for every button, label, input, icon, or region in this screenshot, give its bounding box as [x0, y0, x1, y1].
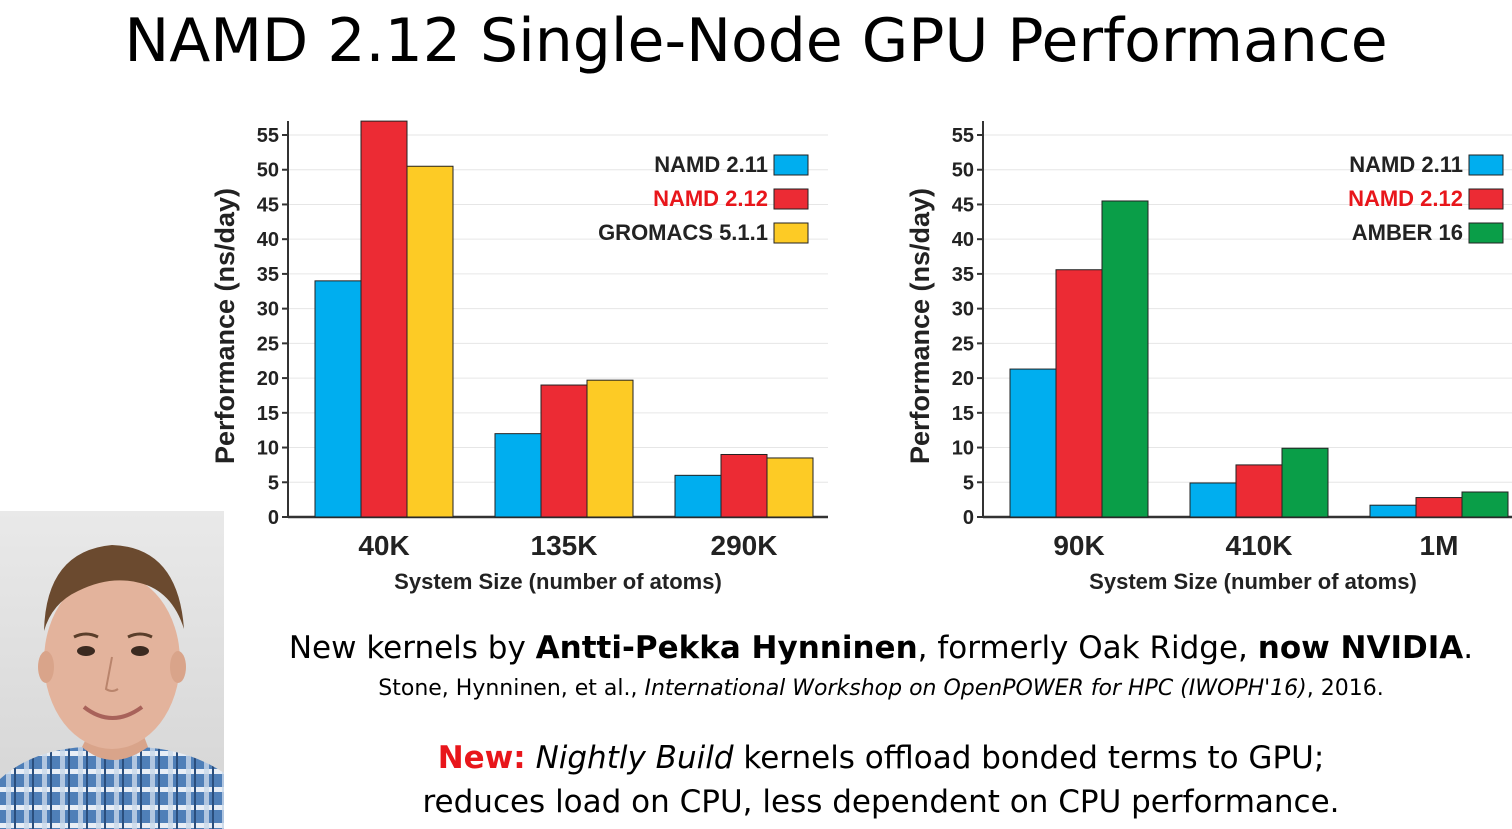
bar — [1281, 447, 1329, 518]
y-tick-label: 0 — [963, 507, 974, 529]
x-category-label: 135K — [531, 530, 598, 561]
y-tick-label: 25 — [257, 333, 279, 355]
y-axis-title: Performance (ns/day) — [905, 188, 935, 464]
legend-label: NAMD 2.11 — [654, 152, 768, 177]
legend-swatch — [773, 154, 809, 176]
legend-label: GROMACS 5.1.1 — [598, 220, 768, 245]
y-axis-title: Performance (ns/day) — [210, 188, 240, 464]
bar — [1189, 482, 1237, 518]
y-tick-label: 20 — [952, 368, 974, 390]
y-tick-label: 55 — [952, 125, 974, 147]
bar — [1369, 504, 1417, 518]
legend-swatch — [1468, 154, 1504, 176]
y-tick-label: 50 — [952, 160, 974, 182]
y-tick-label: 40 — [952, 229, 974, 251]
legend-label: AMBER 16 — [1352, 220, 1463, 245]
y-tick-label: 5 — [963, 472, 974, 494]
y-tick-label: 25 — [952, 333, 974, 355]
news-line-2: reduces load on CPU, less dependent on C… — [422, 784, 1340, 820]
legend-swatch — [773, 222, 809, 244]
y-tick-label: 0 — [268, 507, 279, 529]
legend-label: NAMD 2.12 — [653, 186, 768, 211]
bar — [1101, 200, 1149, 518]
legend-label: NAMD 2.11 — [1349, 152, 1463, 177]
bar — [1235, 464, 1283, 518]
chart-svg-left: 0 5 10 15 20 25 30 35 40 45 50 55 40K 135K 290K System … — [210, 120, 828, 594]
credit-end: . — [1463, 630, 1474, 666]
bar — [674, 474, 722, 518]
y-tick-label: 10 — [257, 438, 279, 460]
y-tick-label: 30 — [257, 299, 279, 321]
bar — [360, 120, 408, 518]
y-tick-label: 45 — [952, 194, 974, 216]
y-tick-label: 5 — [268, 472, 279, 494]
bar — [494, 433, 542, 518]
x-category-label: 40K — [358, 530, 409, 561]
bar — [1055, 269, 1103, 518]
chart-gromacs-comparison: 0 5 10 15 20 25 30 35 40 45 50 55 40K 135K 290K System … — [200, 105, 850, 605]
credit-prefix: New kernels by — [288, 630, 536, 666]
y-tick-label: 20 — [257, 368, 279, 390]
bar — [1461, 491, 1509, 518]
y-tick-label: 35 — [952, 264, 974, 286]
y-tick-label: 45 — [257, 194, 279, 216]
x-category-label: 410K — [1226, 530, 1293, 561]
portrait-drawing — [0, 511, 224, 829]
y-tick-label: 10 — [952, 438, 974, 460]
credit-middle: , formerly Oak Ridge, — [917, 630, 1258, 666]
y-tick-label: 35 — [257, 264, 279, 286]
legend-swatch — [1468, 222, 1504, 244]
y-tick-label: 55 — [257, 125, 279, 147]
bar — [314, 280, 362, 518]
y-tick-label: 50 — [257, 160, 279, 182]
bar — [720, 453, 768, 518]
news-line1-rest: kernels offload bonded terms to GPU; — [733, 740, 1325, 776]
y-tick-label: 40 — [257, 229, 279, 251]
citation-venue: International Workshop on OpenPOWER for … — [644, 676, 1307, 701]
slide-title: NAMD 2.12 Single-Node GPU Performance — [124, 6, 1388, 76]
citation-authors: Stone, Hynninen, et al., — [378, 676, 645, 701]
legend-swatch — [773, 188, 809, 210]
y-tick-label: 15 — [257, 403, 279, 425]
citation-year: , 2016. — [1306, 676, 1384, 701]
x-category-label: 290K — [711, 530, 778, 561]
bar — [540, 384, 588, 518]
news-label: New: — [437, 740, 526, 776]
x-category-label: 1M — [1420, 530, 1459, 561]
bar — [1009, 368, 1057, 518]
citation-line: Stone, Hynninen, et al., International W… — [250, 676, 1512, 701]
x-axis-title: System Size (number of atoms) — [1089, 569, 1417, 594]
news-build: Nightly Build — [535, 740, 734, 776]
credit-author: Antti-Pekka Hynninen — [535, 630, 918, 666]
bar — [586, 379, 634, 518]
legend-label: NAMD 2.12 — [1348, 186, 1463, 211]
credit-affiliation: now NVIDIA — [1257, 630, 1464, 666]
chart-svg-right: 0 5 10 15 20 25 30 35 40 45 50 55 90K 410K 1MSystem Si… — [905, 121, 1512, 594]
y-tick-label: 30 — [952, 299, 974, 321]
legend-swatch — [1468, 188, 1504, 210]
bar — [1415, 497, 1463, 518]
chart-amber-comparison: 0 5 10 15 20 25 30 35 40 45 50 55 90K 410K 1M System Si… — [895, 105, 1512, 605]
x-axis-title: System Size (number of atoms) — [394, 569, 722, 594]
y-tick-label: 15 — [952, 403, 974, 425]
bar — [406, 165, 454, 518]
bar — [766, 457, 814, 518]
x-category-label: 90K — [1053, 530, 1104, 561]
credit-line: New kernels by Antti-Pekka Hynninen, for… — [250, 630, 1512, 666]
news-line-1: New: Nightly Build kernels offload bonde… — [250, 740, 1512, 776]
portrait-photo-icon — [0, 511, 224, 829]
